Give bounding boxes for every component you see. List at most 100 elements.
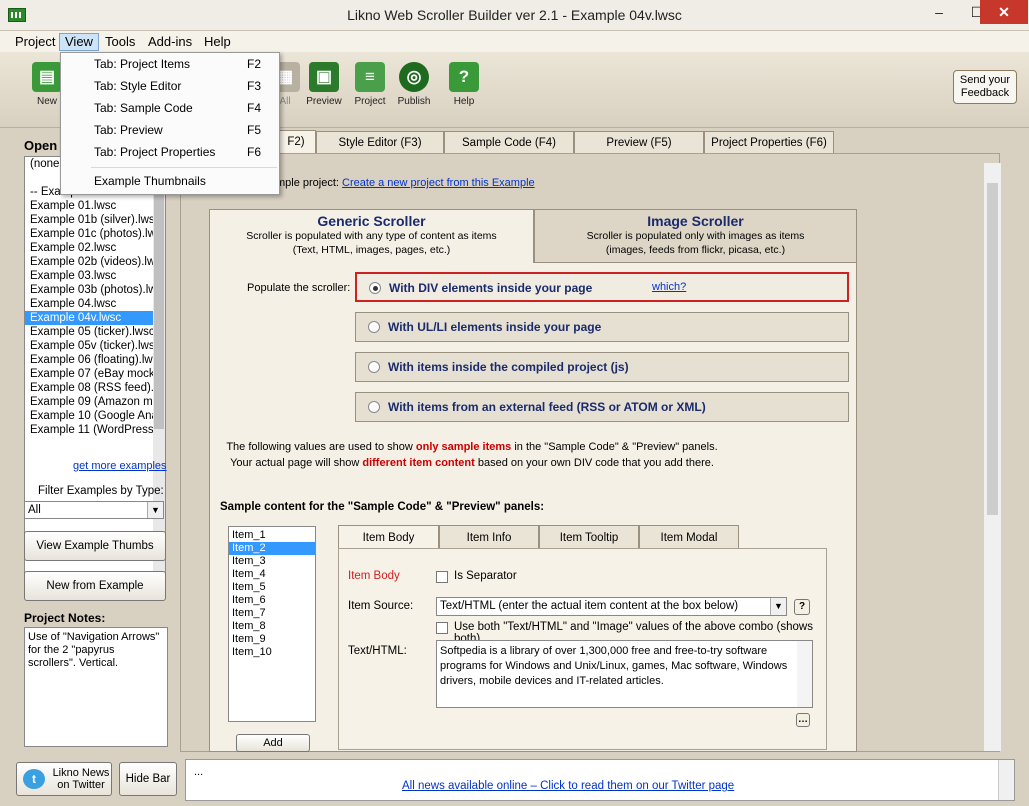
example-list-item[interactable]: Example 04.lwsc — [25, 297, 165, 311]
example-list-item[interactable]: Example 03.lwsc — [25, 269, 165, 283]
example-list-item[interactable]: Example 05v (ticker).lwsc — [25, 339, 165, 353]
menu-example-thumbnails[interactable]: Example Thumbnails — [61, 170, 279, 192]
items-list[interactable]: Item_1 Item_2 Item_3 Item_4 Item_5 Item_6 Item… — [228, 526, 316, 722]
project-button[interactable]: ≡ Project — [345, 62, 395, 107]
close-button[interactable]: ✕ — [980, 0, 1028, 24]
example-list-item[interactable]: Example 04v.lwsc — [25, 311, 165, 325]
which-link[interactable]: which? — [652, 281, 686, 293]
examples-list[interactable]: (none-- ExamplesExample 01.lwscExample 0… — [24, 156, 166, 588]
info1-highlight: only sample items — [415, 441, 512, 453]
view-example-thumbs-button[interactable]: View Example Thumbs — [24, 531, 166, 561]
example-list-item[interactable]: Example 01b (silver).lwsc — [25, 213, 165, 227]
preview-button[interactable]: ▣ Preview — [299, 62, 349, 107]
item-list-item[interactable]: Item_6 — [229, 594, 315, 607]
menu-item-shortcut: F2 — [247, 57, 262, 71]
chevron-down-icon[interactable]: ▼ — [770, 598, 786, 615]
item-list-item[interactable]: Item_9 — [229, 633, 315, 646]
menu-add-ins[interactable]: Add-ins — [143, 33, 197, 51]
examples-scrollbar[interactable] — [153, 157, 165, 587]
tab-project-items[interactable]: F2) — [276, 130, 316, 154]
item-list-item[interactable]: Item_5 — [229, 581, 315, 594]
tab-preview[interactable]: Preview (F5) — [574, 131, 704, 153]
menu-item-shortcut: F6 — [247, 145, 262, 159]
tab-style-editor[interactable]: Style Editor (F3) — [316, 131, 444, 153]
tab-project-properties[interactable]: Project Properties (F6) — [704, 131, 834, 153]
example-list-item[interactable]: Example 08 (RSS feed).l — [25, 381, 165, 395]
menu-item-shortcut: F3 — [247, 79, 262, 93]
example-list-item[interactable]: Example 01c (photos).lw — [25, 227, 165, 241]
tab-item-info[interactable]: Item Info — [439, 525, 539, 549]
help-button[interactable]: ? Help — [439, 62, 489, 107]
radio-selected-icon[interactable] — [369, 282, 381, 294]
tab-item-modal[interactable]: Item Modal — [639, 525, 739, 549]
example-list-item[interactable]: Example 05 (ticker).lwsc — [25, 325, 165, 339]
menu-project[interactable]: Project — [10, 33, 60, 51]
text-html-input[interactable]: Softpedia is a library of over 1,300,000… — [436, 640, 813, 708]
likno-news-button[interactable]: t Likno News on Twitter — [16, 762, 112, 796]
add-item-button[interactable]: Add — [236, 734, 310, 752]
option-ul-li[interactable]: With UL/LI elements inside your page — [355, 312, 849, 342]
chevron-down-icon[interactable]: ▼ — [147, 502, 163, 518]
example-list-item[interactable]: Example 07 (eBay mock — [25, 367, 165, 381]
menu-view[interactable]: View — [59, 33, 99, 51]
radio-icon[interactable] — [368, 361, 380, 373]
menu-tab-project-properties[interactable]: Tab: Project Properties F6 — [61, 141, 279, 163]
content-scrollbar[interactable] — [984, 163, 1001, 751]
hide-bar-button[interactable]: Hide Bar — [119, 762, 177, 796]
news-scrollbar[interactable] — [998, 760, 1014, 800]
image-scroller-tab[interactable]: Image Scroller Scroller is populated onl… — [534, 209, 857, 263]
ellipsis-button[interactable]: … — [796, 713, 810, 727]
example-list-item[interactable]: Example 11 (WordPress — [25, 423, 165, 437]
globe-icon: ◎ — [399, 62, 429, 92]
sample-project-label: mple project: — [276, 177, 339, 189]
item-list-item[interactable]: Item_1 — [229, 529, 315, 542]
item-list-item[interactable]: Item_10 — [229, 646, 315, 659]
minimize-button[interactable]: – — [922, 0, 956, 24]
send-feedback-button[interactable]: Send your Feedback — [953, 70, 1017, 104]
bottom-bar: t Likno News on Twitter Hide Bar ... All… — [0, 754, 1029, 806]
is-separator-checkbox[interactable] — [436, 571, 448, 583]
option-div-elements[interactable]: With DIV elements inside your page which… — [355, 272, 849, 302]
project-notes-text[interactable]: Use of "Navigation Arrows" for the 2 "pa… — [24, 627, 168, 747]
example-list-item[interactable]: Example 02.lwsc — [25, 241, 165, 255]
menu-tab-preview[interactable]: Tab: Preview F5 — [61, 119, 279, 141]
monitor-icon: ▣ — [309, 62, 339, 92]
example-list-item[interactable]: Example 03b (photos).lw — [25, 283, 165, 297]
twitter-news-link[interactable]: All news available online – Click to rea… — [402, 780, 734, 792]
option-compiled-js[interactable]: With items inside the compiled project (… — [355, 352, 849, 382]
item-list-item[interactable]: Item_2 — [229, 542, 315, 555]
example-list-item[interactable]: Example 06 (floating).lws — [25, 353, 165, 367]
textarea-scrollbar[interactable] — [797, 641, 812, 707]
radio-icon[interactable] — [368, 401, 380, 413]
tab-item-tooltip[interactable]: Item Tooltip — [539, 525, 639, 549]
publish-button[interactable]: ◎ Publish — [389, 62, 439, 107]
menu-help[interactable]: Help — [199, 33, 236, 51]
menu-tab-project-items[interactable]: Tab: Project Items F2 — [61, 53, 279, 75]
menu-item-label: Tab: Sample Code — [94, 101, 193, 115]
example-list-item[interactable]: Example 10 (Google Ana — [25, 409, 165, 423]
menu-tools[interactable]: Tools — [100, 33, 140, 51]
item-list-item[interactable]: Item_8 — [229, 620, 315, 633]
filter-combo[interactable]: All ▼ — [24, 501, 164, 519]
info2-highlight: different item content — [362, 457, 475, 469]
item-list-item[interactable]: Item_7 — [229, 607, 315, 620]
example-list-item[interactable]: Example 09 (Amazon mo — [25, 395, 165, 409]
option-external-feed[interactable]: With items from an external feed (RSS or… — [355, 392, 849, 422]
new-from-example-button[interactable]: New from Example — [24, 571, 166, 601]
item-list-item[interactable]: Item_4 — [229, 568, 315, 581]
menu-tab-style-editor[interactable]: Tab: Style Editor F3 — [61, 75, 279, 97]
news-ticker: ... All news available online – Click to… — [185, 759, 1015, 801]
example-list-item[interactable]: Example 01.lwsc — [25, 199, 165, 213]
item-list-item[interactable]: Item_3 — [229, 555, 315, 568]
tab-item-body[interactable]: Item Body — [338, 525, 439, 550]
generic-scroller-tab[interactable]: Generic Scroller Scroller is populated w… — [209, 209, 534, 263]
radio-icon[interactable] — [368, 321, 380, 333]
use-both-checkbox[interactable] — [436, 622, 448, 634]
item-source-combo[interactable]: Text/HTML (enter the actual item content… — [436, 597, 787, 616]
help-icon[interactable]: ? — [794, 599, 810, 615]
tab-sample-code[interactable]: Sample Code (F4) — [444, 131, 574, 153]
sample-project-line: mple project: Create a new project from … — [276, 177, 535, 189]
example-list-item[interactable]: Example 02b (videos).lw — [25, 255, 165, 269]
menu-tab-sample-code[interactable]: Tab: Sample Code F4 — [61, 97, 279, 119]
create-project-link[interactable]: Create a new project from this Example — [342, 177, 535, 189]
